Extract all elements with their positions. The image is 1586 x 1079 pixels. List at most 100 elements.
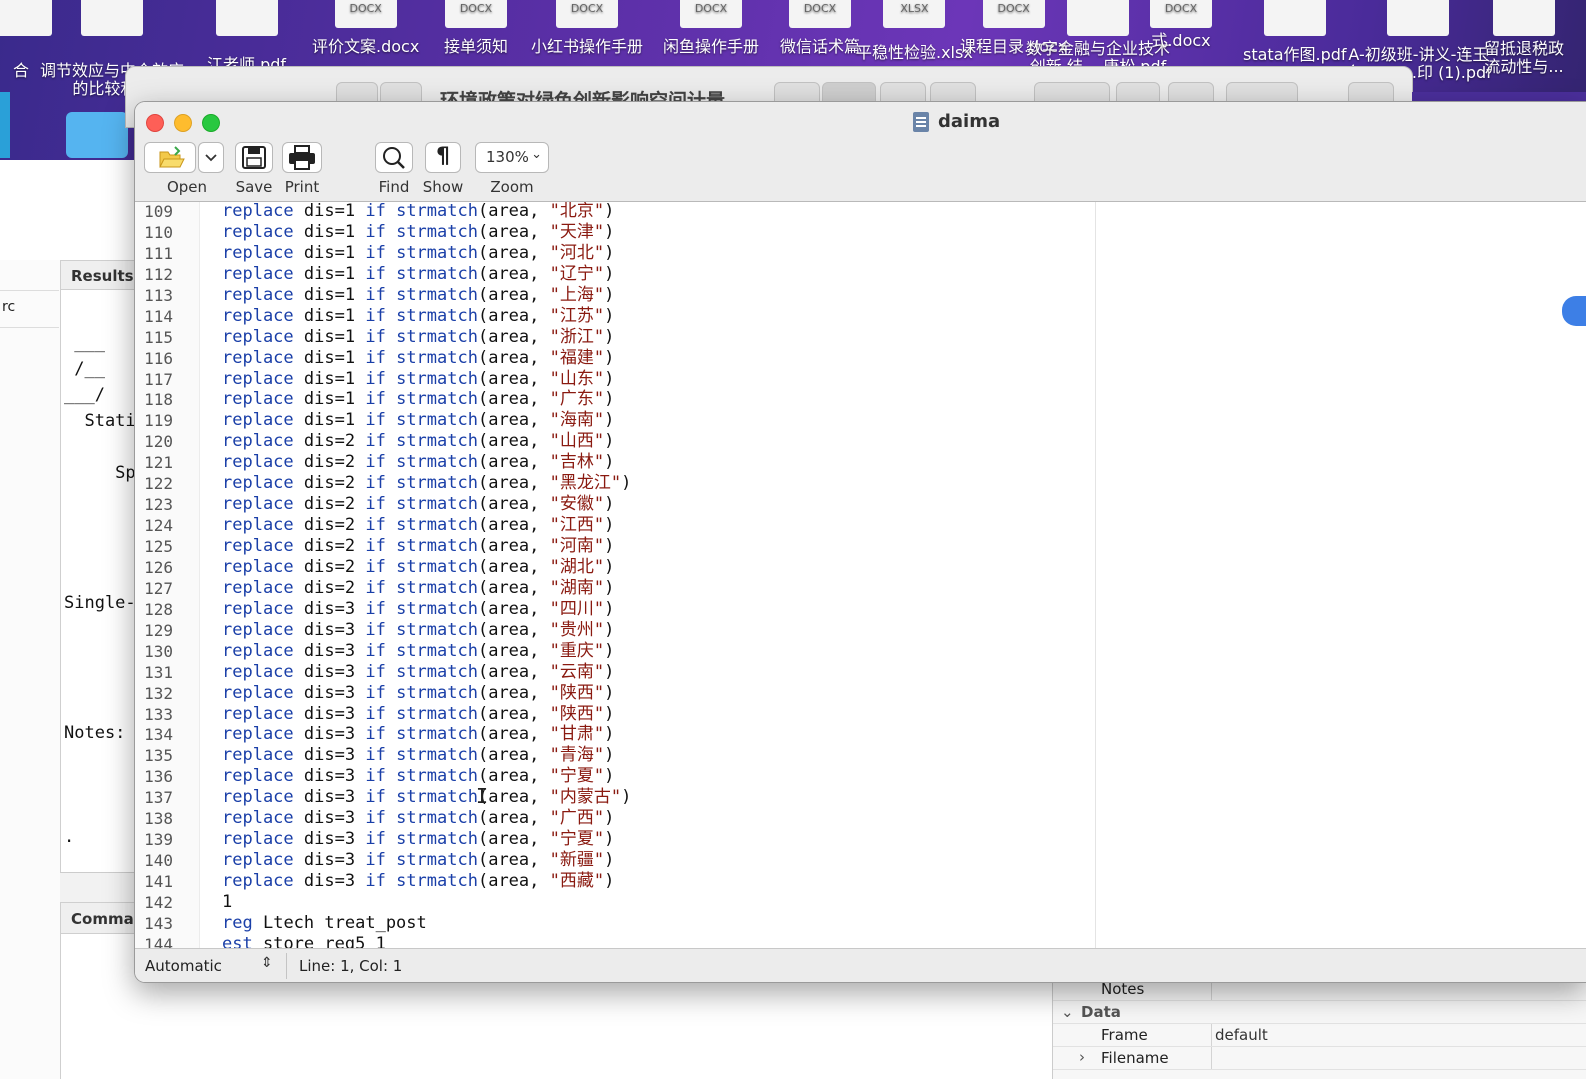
code-text: replace dis=2 if strmatch(area, "山西") [222,431,615,452]
desktop-file[interactable]: DOCX 式.docx [1150,0,1212,50]
area-name: 浙江 [559,326,594,347]
command-tab[interactable]: Comman [60,902,144,934]
dis-value: 3 [344,619,356,640]
prop-section-data[interactable]: ⌄ Data [1053,1001,1586,1024]
desktop-file-label: 小红书操作手册 [531,37,644,56]
keyword-replace: replace [222,305,294,326]
prop-row-frame[interactable]: Frame default [1053,1024,1586,1047]
desktop-file[interactable]: XLSX 平稳性检验.xlsx [856,0,973,62]
open-button[interactable] [144,142,196,173]
code-text: replace dis=3 if strmatch(area, "云南") [222,661,615,682]
desktop-file[interactable]: 数字金融与企业技术 创新 结... 唐松.pdf [1026,0,1170,76]
area-name: 湖南 [559,577,594,598]
desktop-file-label: 接单须知 [444,37,509,56]
desktop-file[interactable]: stata作图.pdf [1243,0,1347,64]
dis-value: 1 [344,326,356,347]
desktop-file[interactable]: DOCX 接单须知 [444,0,508,56]
keyword-if: if [365,326,386,347]
desktop-file[interactable]: DOCX 评价文案.docx [312,0,419,56]
zoom-window-button[interactable] [202,114,220,132]
chevron-right-icon[interactable]: › [1079,1048,1085,1066]
keyword-if: if [365,871,386,891]
keyword-if: if [365,745,386,766]
file-thumbnail-icon: DOCX [556,0,618,28]
page-guide-line [1095,202,1096,948]
keyword-replace: replace [222,202,294,221]
code-text: replace dis=3 if strmatch(area, "青海") [222,745,615,766]
up-down-arrows-icon[interactable]: ⇕ [261,955,273,971]
line-number: 117 [144,369,173,389]
results-tab[interactable]: Results [60,260,140,290]
desktop-file-label: stata作图.pdf [1243,45,1347,64]
syntax-mode-select[interactable]: Automatic [145,957,222,975]
open-recent-dropdown[interactable] [198,142,224,173]
line-number: 144 [144,934,173,948]
code-text: replace dis=3 if strmatch(area, "广西") [222,808,615,829]
zoom-select[interactable]: 130% ⌄ [475,142,549,173]
keyword-if: if [365,787,386,808]
keyword-if: if [365,577,386,598]
find-button[interactable] [375,142,413,173]
folder-icon[interactable] [66,112,128,158]
line-number: 135 [144,746,173,766]
magnifier-icon [383,147,405,169]
desktop-partial-icon[interactable] [0,92,10,158]
line-number: 141 [144,872,173,891]
keyword-if: if [365,221,386,242]
line-number: 109 [144,202,173,221]
keyword-if: if [365,494,386,515]
floppy-disk-icon [242,146,266,169]
close-button[interactable] [146,114,164,132]
side-widget-icon[interactable] [1562,296,1586,326]
keyword-if: if [365,347,386,368]
area-name: 河南 [559,536,594,556]
dis-value: 3 [344,724,356,745]
area-name: 青海 [559,745,594,766]
results-divider [60,872,140,903]
zoom-label: Zoom [490,178,534,196]
stata-left-row[interactable]: rc [0,290,59,328]
keyword-replace: replace [222,640,294,661]
dis-value: 1 [344,284,356,305]
function-strmatch: strmatch [396,431,478,452]
desktop-file[interactable]: DOCX 小红书操作手册 [531,0,643,56]
code-text: replace dis=1 if strmatch(area, "福建") [222,347,615,368]
line-number: 118 [144,390,173,410]
area-name: 内蒙古 [559,787,611,808]
code-text: 1 [222,891,233,912]
string-literal: "吉林" [549,452,605,473]
dis-value: 1 [344,368,356,389]
line-number: 130 [144,641,173,661]
desktop-file[interactable]: 江老师.pdf [207,0,286,74]
desktop-file-label: 平稳性检验.xlsx [856,43,973,62]
line-number: 111 [144,243,173,263]
dis-value: 3 [344,871,356,891]
prop-divider [1211,1047,1212,1069]
desktop-file[interactable]: 留抵退税政 流动性与... [1484,0,1564,76]
print-button[interactable] [282,142,322,173]
save-button[interactable] [235,142,273,173]
keyword-replace: replace [222,598,294,619]
code-text: replace dis=2 if strmatch(area, "安徽") [222,494,615,515]
code-text: replace dis=3 if strmatch(area, "四川") [222,598,615,619]
desktop-file[interactable]: DOCX 闲鱼操作手册 [663,0,759,56]
keyword-if: if [365,766,386,787]
function-strmatch: strmatch [396,745,478,766]
keyword-if: if [365,410,386,431]
code-text: replace dis=1 if strmatch(area, "山东") [222,368,615,389]
string-literal: "江西" [549,515,605,536]
area-name: 贵州 [559,619,594,640]
function-strmatch: strmatch [396,829,478,850]
keyword-if: if [365,263,386,284]
keyword-replace: replace [222,431,294,452]
minimize-button[interactable] [174,114,192,132]
code-text: replace dis=1 if strmatch(area, "江苏") [222,305,615,326]
desktop-file[interactable]: DOCX 微信话术篇 [780,0,860,56]
string-literal: "甘肃" [549,724,605,745]
show-invisibles-button[interactable]: ¶ [425,142,461,173]
chevron-down-icon[interactable]: ⌄ [1061,1003,1074,1021]
keyword-if: if [365,389,386,410]
line-number: 122 [144,474,173,494]
prop-row-filename[interactable]: › Filename [1053,1047,1586,1070]
code-editor[interactable]: 109 replace dis=1 if strmatch(area, "北京")… [135,202,1586,948]
